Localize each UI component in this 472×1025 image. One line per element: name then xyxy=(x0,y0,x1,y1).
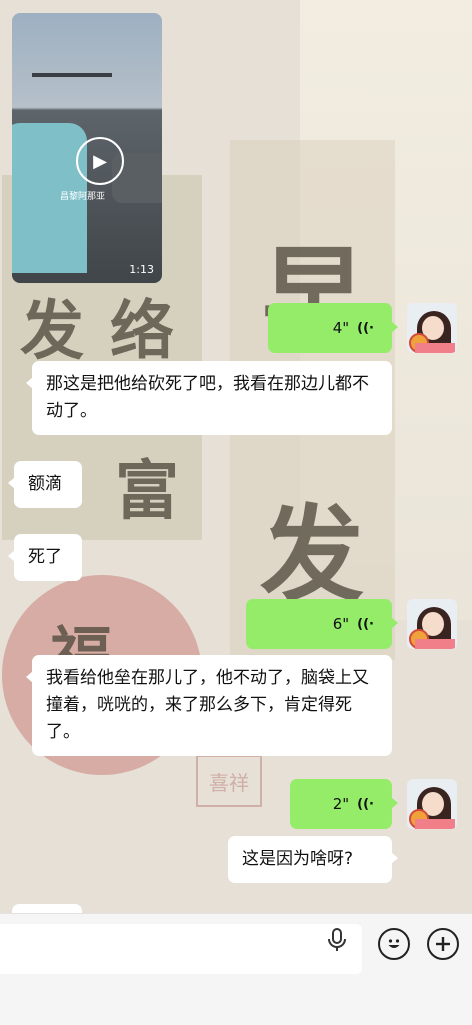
avatar[interactable] xyxy=(407,779,457,829)
voice-duration: 6" xyxy=(332,615,350,633)
voice-wave-icon: ((· xyxy=(357,320,374,336)
text-message[interactable]: 死了 xyxy=(8,534,82,581)
voice-message[interactable]: 6" ((· xyxy=(246,599,398,649)
background-glyph: 富 xyxy=(115,454,179,529)
traffic-light-pole xyxy=(32,73,112,77)
input-bar xyxy=(0,913,472,1025)
video-duration: 1:13 xyxy=(129,263,154,276)
microphone-icon[interactable] xyxy=(325,927,349,953)
text-message[interactable]: 那这是把他给砍死了吧，我看在那边儿都不动了。 xyxy=(26,361,392,435)
text-message[interactable]: 我看给他垒在那儿了，他不动了，脑袋上又撞着，咣咣的，来了那么多下，肯定得死了。 xyxy=(26,655,392,756)
plus-icon[interactable] xyxy=(427,928,459,960)
avatar[interactable] xyxy=(407,599,457,649)
message-input[interactable] xyxy=(0,924,362,974)
voice-message[interactable]: 2" ((· xyxy=(290,779,398,829)
voice-wave-icon: ((· xyxy=(357,796,374,812)
voice-duration: 2" xyxy=(332,795,350,813)
emoji-icon[interactable] xyxy=(378,928,410,960)
background-glyph: 发 xyxy=(20,294,84,369)
background-glyph: 络 xyxy=(110,294,174,369)
voice-wave-icon: ((· xyxy=(357,616,374,632)
avatar[interactable] xyxy=(407,303,457,353)
voice-duration: 4" xyxy=(332,319,350,337)
video-message[interactable]: ▶ 昌黎阿那亚 1:13 xyxy=(12,13,162,283)
video-caption: 昌黎阿那亚 xyxy=(60,192,106,202)
voice-message[interactable]: 4" ((· xyxy=(268,303,398,353)
text-message[interactable]: 额滴 xyxy=(8,461,82,508)
play-icon[interactable]: ▶ xyxy=(76,137,124,185)
text-message[interactable]: 这是因为啥呀? xyxy=(228,836,398,883)
seal-stamp: 喜祥 xyxy=(196,755,262,807)
